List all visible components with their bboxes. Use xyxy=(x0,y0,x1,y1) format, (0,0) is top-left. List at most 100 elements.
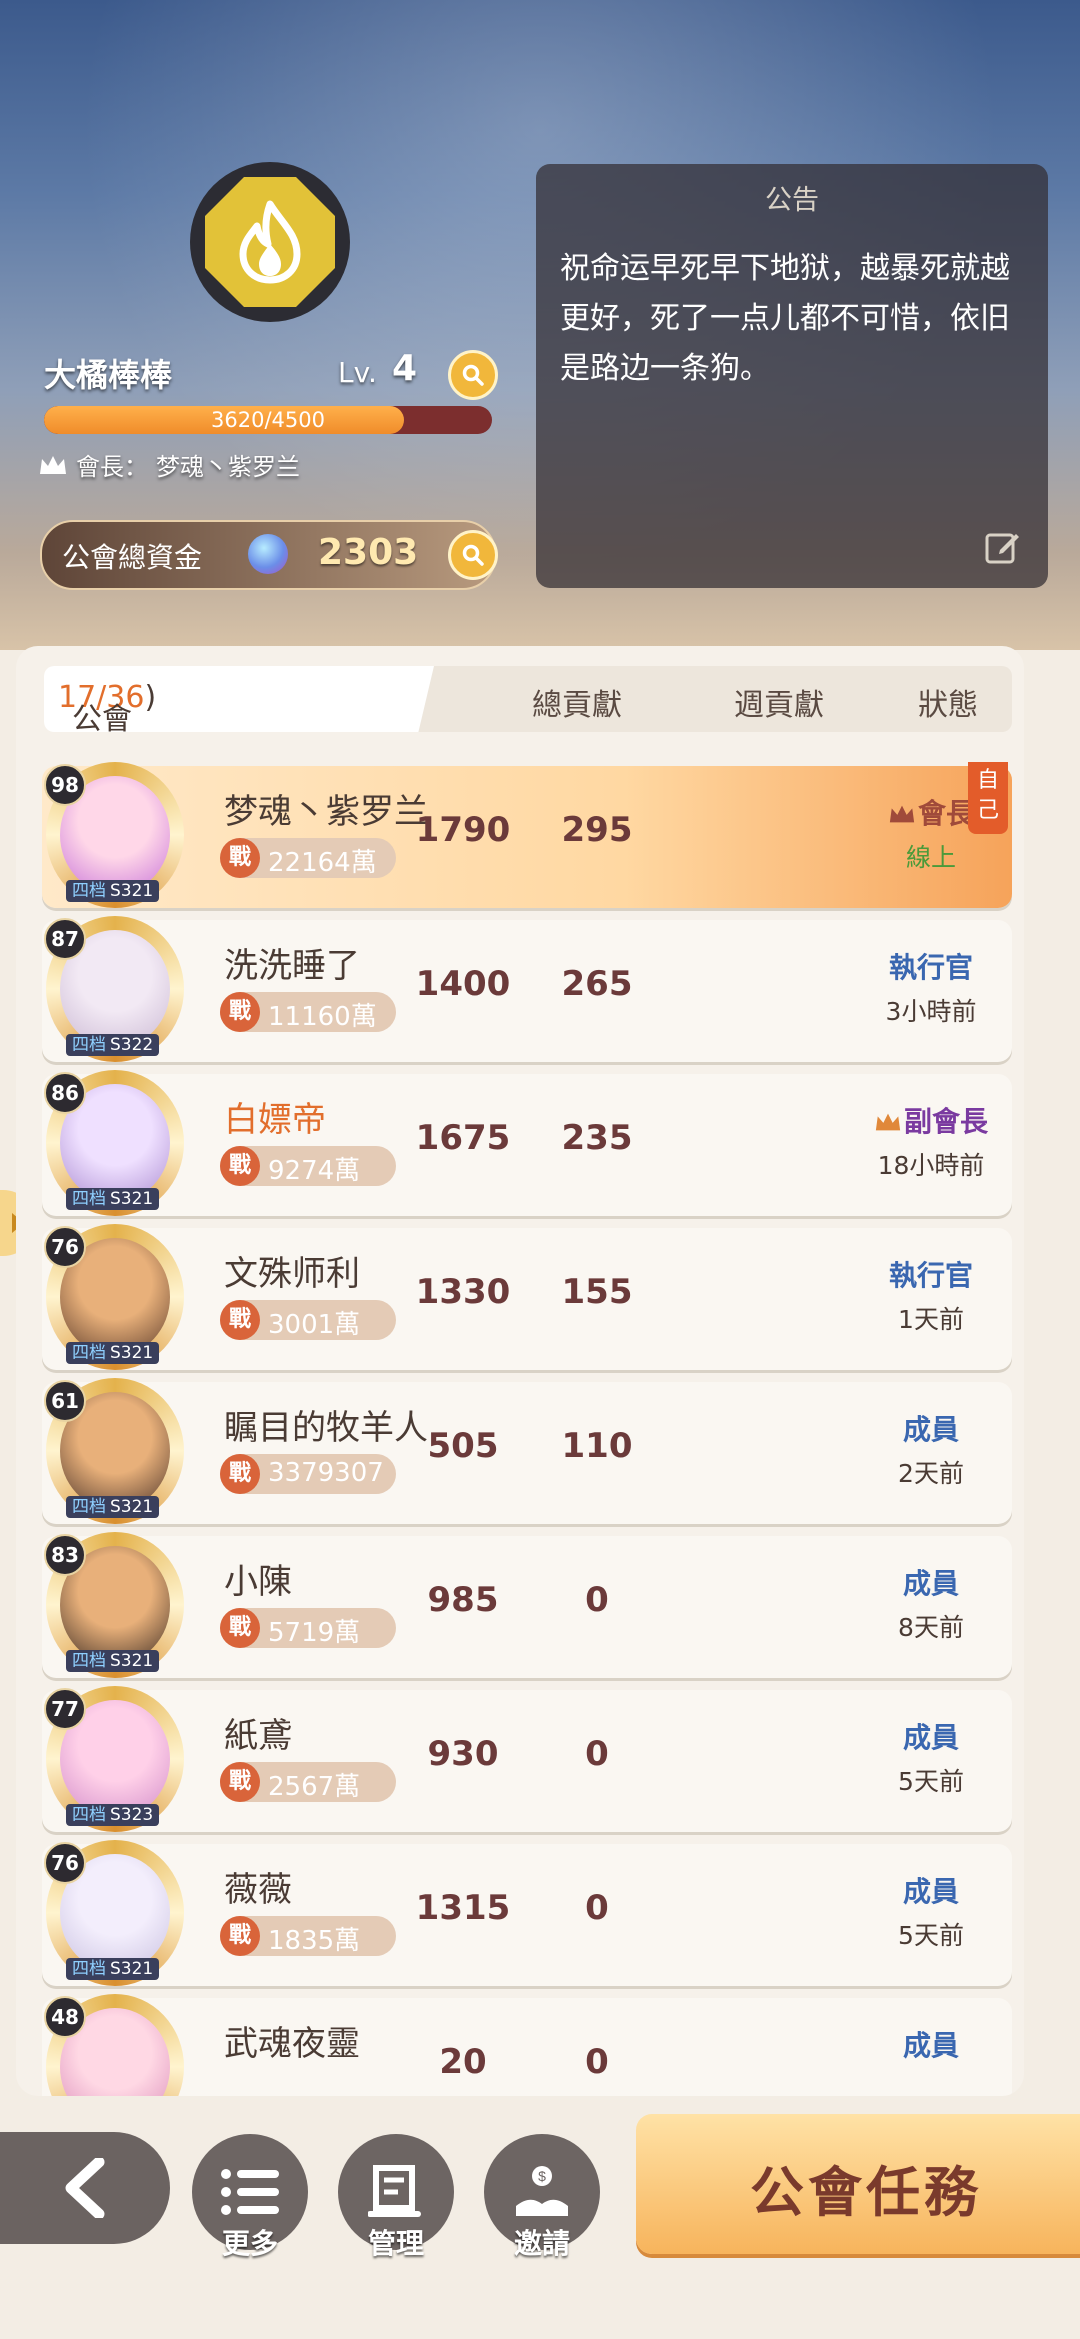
member-level: 77 xyxy=(44,1688,86,1730)
member-avatar[interactable]: 83 四档 S321 xyxy=(44,1532,184,1678)
member-role: 執行官 xyxy=(888,1259,973,1292)
member-status: 5天前 xyxy=(898,1921,964,1950)
member-level: 76 xyxy=(44,1842,86,1884)
member-total-contribution: 985 xyxy=(427,1580,499,1620)
member-level: 76 xyxy=(44,1226,86,1268)
member-power: 戰 22164萬 xyxy=(220,838,396,878)
scroll-icon xyxy=(368,2165,421,2217)
member-weekly-contribution: 0 xyxy=(585,1734,609,1774)
battle-power-icon: 戰 xyxy=(220,1916,260,1956)
column-status: 狀態 xyxy=(918,688,978,723)
member-status: 5天前 xyxy=(898,1767,964,1796)
member-total-contribution: 1790 xyxy=(415,810,511,850)
edit-icon[interactable] xyxy=(984,528,1022,566)
guild-funds: 公會總資金 2303 xyxy=(40,520,496,590)
member-role: 成員 xyxy=(902,1567,959,1600)
guild-name: 大橘棒棒 xyxy=(44,356,173,394)
member-server: 四档 S321 xyxy=(66,1958,160,1980)
member-avatar[interactable]: 98 四档 S321 xyxy=(44,762,184,908)
member-avatar[interactable]: 86 四档 S321 xyxy=(44,1070,184,1216)
member-server: 四档 S321 xyxy=(66,880,160,902)
bottom-bar: 更多 管理 $ 邀請 公會任務 xyxy=(0,2096,1080,2339)
member-power-value: 2567萬 xyxy=(268,1772,361,1802)
column-total-contribution: 總貢獻 xyxy=(532,688,622,723)
member-role: 成員 xyxy=(902,2029,959,2062)
leader-label: 會長： xyxy=(76,453,148,481)
level-info-button[interactable] xyxy=(448,350,498,400)
member-server: 四档 S321 xyxy=(66,1342,160,1364)
self-tag: 自己 xyxy=(968,762,1008,834)
battle-power-icon: 戰 xyxy=(220,1608,260,1648)
battle-power-icon: 戰 xyxy=(220,1300,260,1340)
funds-label: 公會總資金 xyxy=(62,541,203,574)
notice-panel: 公告 祝命运早死早下地狱，越暴死就越更好，死了一点儿都不可惜，依旧是路边一条狗。 xyxy=(536,164,1048,588)
member-server: 四档 S321 xyxy=(66,1188,160,1210)
level-label: Lv. xyxy=(338,356,377,389)
member-level: 61 xyxy=(44,1380,86,1422)
member-name: 文殊师利 xyxy=(224,1254,360,1294)
member-name: 紙鳶 xyxy=(224,1716,292,1756)
manage-label: 管理 xyxy=(367,2227,424,2260)
member-power-value: 11160萬 xyxy=(268,1002,377,1032)
gem-icon xyxy=(248,534,288,574)
member-row[interactable]: 98 四档 S321 梦魂丶紫罗兰 戰 22164萬 1790 295 會長 線上 … xyxy=(42,762,1012,908)
member-row[interactable]: 61 四档 S321 瞩目的牧羊人 戰 3379307 505 110 成員 2天前 xyxy=(42,1378,1012,1524)
experience-bar: 3620/4500 xyxy=(44,406,492,434)
search-icon xyxy=(462,544,484,566)
member-server: 四档 S321 xyxy=(66,1496,160,1518)
members-count-tab: 公會成員：(17/36) xyxy=(44,666,434,732)
member-total-contribution: 930 xyxy=(427,1734,499,1774)
member-server: 四档 S321 xyxy=(66,1650,160,1672)
funds-value: 2303 xyxy=(318,532,419,573)
member-total-contribution: 20 xyxy=(439,2042,487,2082)
member-row[interactable]: 48 武魂夜靈 20 0 成員 xyxy=(42,1994,1012,2096)
member-name: 小陳 xyxy=(224,1562,292,1602)
member-row[interactable]: 86 四档 S321 白嫖帝 戰 9274萬 1675 235 副會長 18小時前 xyxy=(42,1070,1012,1216)
member-avatar[interactable]: 76 四档 S321 xyxy=(44,1224,184,1370)
member-row[interactable]: 87 四档 S322 洗洗睡了 戰 11160萬 1400 265 執行官 3小時前 xyxy=(42,916,1012,1062)
battle-power-icon: 戰 xyxy=(220,1762,260,1802)
invite-label: 邀請 xyxy=(513,2227,570,2260)
members-panel: 公會成員：(17/36) 總貢獻 週貢獻 狀態 98 四档S321 梦魂丶紫罗兰… xyxy=(16,646,1024,2096)
member-name: 洗洗睡了 xyxy=(224,946,360,986)
crown-icon xyxy=(889,805,915,823)
member-avatar[interactable]: 87 四档 S322 xyxy=(44,916,184,1062)
member-power: 戰 2567萬 xyxy=(220,1762,396,1802)
guild-quest-button[interactable]: 公會任務 xyxy=(636,2114,1080,2254)
member-level: 86 xyxy=(44,1072,86,1114)
member-total-contribution: 1330 xyxy=(415,1272,511,1312)
crown-icon xyxy=(40,455,66,474)
guild-level: 4 xyxy=(392,348,418,389)
member-avatar[interactable]: 77 四档 S323 xyxy=(44,1686,184,1832)
member-row[interactable]: 83 四档 S321 小陳 戰 5719萬 985 0 成員 8天前 xyxy=(42,1532,1012,1678)
back-button[interactable] xyxy=(0,2132,170,2244)
funds-info-button[interactable] xyxy=(448,530,498,580)
svg-text:$: $ xyxy=(538,2168,546,2184)
member-server: 四档 S323 xyxy=(66,1804,160,1826)
member-avatar[interactable]: 61 四档 S321 xyxy=(44,1378,184,1524)
member-role: 副會長 xyxy=(856,1100,1006,1140)
search-icon xyxy=(462,364,484,386)
member-level: 98 xyxy=(44,764,86,806)
member-role: 成員 xyxy=(902,1875,959,1908)
notice-title: 公告 xyxy=(765,185,819,216)
member-status: 3小時前 xyxy=(885,997,977,1026)
member-weekly-contribution: 0 xyxy=(585,1888,609,1928)
member-level: 48 xyxy=(44,1996,86,2038)
member-weekly-contribution: 155 xyxy=(561,1272,633,1312)
member-row[interactable]: 76 四档 S321 薇薇 戰 1835萬 1315 0 成員 5天前 xyxy=(42,1840,1012,1986)
leader-name: 梦魂丶紫罗兰 xyxy=(156,453,300,481)
member-level: 87 xyxy=(44,918,86,960)
member-name: 薇薇 xyxy=(224,1870,292,1910)
member-row[interactable]: 76 四档 S321 文殊师利 戰 3001萬 1330 155 執行官 1天前 xyxy=(42,1224,1012,1370)
member-power-value: 22164萬 xyxy=(268,848,377,878)
member-total-contribution: 1675 xyxy=(415,1118,511,1158)
back-arrow-icon xyxy=(65,2158,105,2218)
member-row[interactable]: 77 四档 S323 紙鳶 戰 2567萬 930 0 成員 5天前 xyxy=(42,1686,1012,1832)
member-server: 四档 S322 xyxy=(66,1034,160,1056)
member-status: 線上 xyxy=(905,843,956,872)
member-avatar[interactable]: 48 xyxy=(44,1994,184,2096)
guild-leader: 會長： 梦魂丶紫罗兰 xyxy=(38,447,300,482)
crown-icon xyxy=(875,1113,901,1131)
member-avatar[interactable]: 76 四档 S321 xyxy=(44,1840,184,1986)
